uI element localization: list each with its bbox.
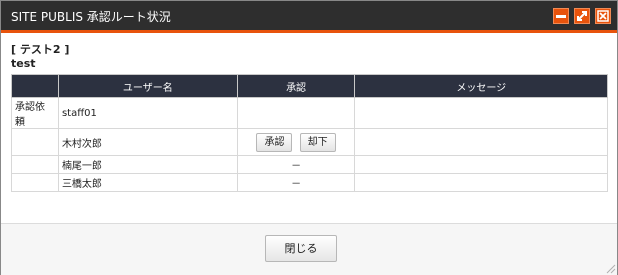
table-row: 三橋太郎 －: [11, 173, 608, 192]
row-label: 承認依頼: [11, 97, 59, 129]
column-header-approval: 承認: [236, 74, 356, 98]
column-header-user: ユーザー名: [57, 74, 238, 98]
table-header-row: ユーザー名 承認 メッセージ: [11, 74, 608, 98]
row-label: [11, 155, 59, 174]
window-title: SITE PUBLIS 承認ルート状況: [11, 10, 171, 24]
route-name: [ テスト2 ]: [11, 43, 70, 56]
approval-cell: 承認 却下: [236, 128, 356, 156]
row-label: [11, 173, 59, 192]
close-icon[interactable]: [595, 8, 611, 24]
message-cell: [354, 128, 608, 156]
user-name: 木村次郎: [57, 128, 238, 156]
message-cell: [354, 97, 608, 129]
approval-cell: [236, 97, 356, 129]
route-description: test: [11, 57, 36, 70]
reject-button[interactable]: 却下: [299, 132, 336, 152]
approval-cell: －: [236, 155, 356, 174]
user-name: 楠尾一郎: [57, 155, 238, 174]
dialog-content: [ テスト2 ] test ユーザー名 承認 メッセージ 承認依頼 staff0…: [1, 33, 617, 223]
user-name: staff01: [57, 97, 238, 129]
minimize-icon[interactable]: [553, 8, 569, 24]
table-row: 承認依頼 staff01: [11, 97, 608, 129]
message-cell: [354, 173, 608, 192]
approval-cell: －: [236, 173, 356, 192]
approve-button[interactable]: 承認: [256, 132, 293, 152]
message-cell: [354, 155, 608, 174]
table-row: 楠尾一郎 －: [11, 155, 608, 174]
user-name: 三橋太郎: [57, 173, 238, 192]
table-row: 木村次郎 承認 却下: [11, 128, 608, 156]
column-header-message: メッセージ: [354, 74, 608, 98]
maximize-icon[interactable]: [574, 8, 590, 24]
dialog-footer: 閉じる: [1, 223, 617, 275]
approval-route-table: ユーザー名 承認 メッセージ 承認依頼 staff01 木村次郎 承認 却下 楠…: [11, 74, 608, 192]
row-label: [11, 128, 59, 156]
close-button[interactable]: 閉じる: [265, 235, 337, 262]
title-bar[interactable]: SITE PUBLIS 承認ルート状況: [1, 1, 617, 33]
column-header-step: [11, 74, 59, 98]
approval-route-dialog: SITE PUBLIS 承認ルート状況 [ テスト2 ] test ユーザー名 …: [0, 0, 618, 275]
resize-grip-icon[interactable]: [604, 262, 616, 274]
